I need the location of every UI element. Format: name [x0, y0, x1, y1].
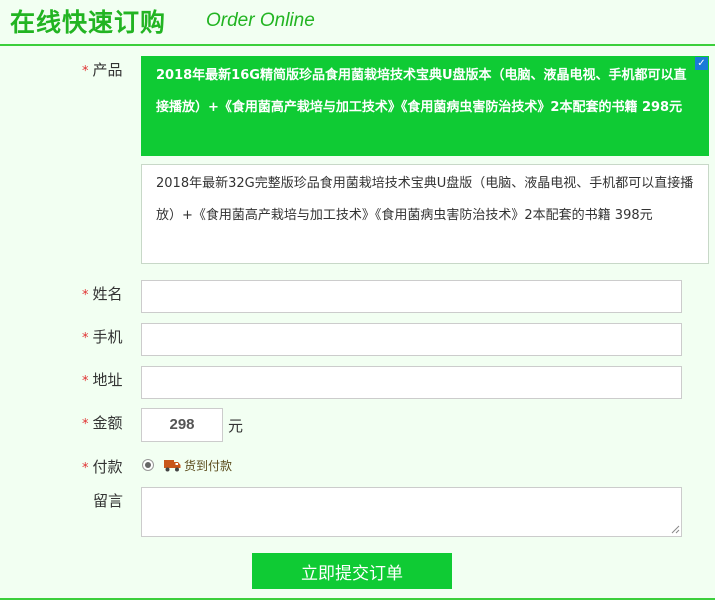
amount-value: 298 — [141, 408, 223, 442]
resize-handle-icon[interactable] — [670, 524, 680, 534]
page-header: 在线快速订购 Order Online — [0, 0, 715, 46]
required-mark: * — [82, 417, 89, 432]
message-field[interactable] — [141, 487, 682, 537]
payment-option-label: 货到付款 — [184, 459, 233, 473]
page-title: 在线快速订购 — [10, 8, 167, 37]
required-mark: * — [82, 374, 89, 389]
product-option-text: 2018年最新32G完整版珍品食用菌栽培技术宝典U盘版（电脑、液晶电视、手机都可… — [156, 176, 694, 223]
name-field[interactable] — [141, 280, 682, 313]
product-option-16g[interactable]: 2018年最新16G精简版珍品食用菌栽培技术宝典U盘版本（电脑、液晶电视、手机都… — [141, 56, 709, 156]
product-label: * 产品 — [82, 61, 123, 79]
payment-radio[interactable] — [142, 459, 154, 471]
footer-strip — [0, 600, 715, 608]
address-field[interactable] — [141, 366, 682, 399]
check-icon: ✓ — [695, 57, 708, 70]
product-option-32g[interactable]: 2018年最新32G完整版珍品食用菌栽培技术宝典U盘版（电脑、液晶电视、手机都可… — [141, 164, 709, 264]
required-mark: * — [82, 331, 89, 346]
name-label: * 姓名 — [82, 285, 123, 303]
truck-icon — [164, 460, 181, 472]
amount-unit: 元 — [228, 417, 244, 435]
submit-order-button[interactable]: 立即提交订单 — [252, 553, 452, 589]
message-label: 留言 — [93, 492, 124, 510]
required-mark: * — [82, 288, 89, 303]
address-label: * 地址 — [82, 371, 123, 389]
phone-field[interactable] — [141, 323, 682, 356]
required-mark: * — [82, 64, 89, 79]
amount-label: * 金额 — [82, 414, 123, 432]
page-subtitle: Order Online — [206, 10, 315, 31]
product-option-text: 2018年最新16G精简版珍品食用菌栽培技术宝典U盘版本（电脑、液晶电视、手机都… — [156, 68, 687, 115]
phone-label: * 手机 — [82, 328, 123, 346]
required-mark: * — [82, 461, 89, 476]
payment-label: * 付款 — [82, 458, 123, 476]
payment-option[interactable]: 货到付款 — [164, 457, 232, 474]
